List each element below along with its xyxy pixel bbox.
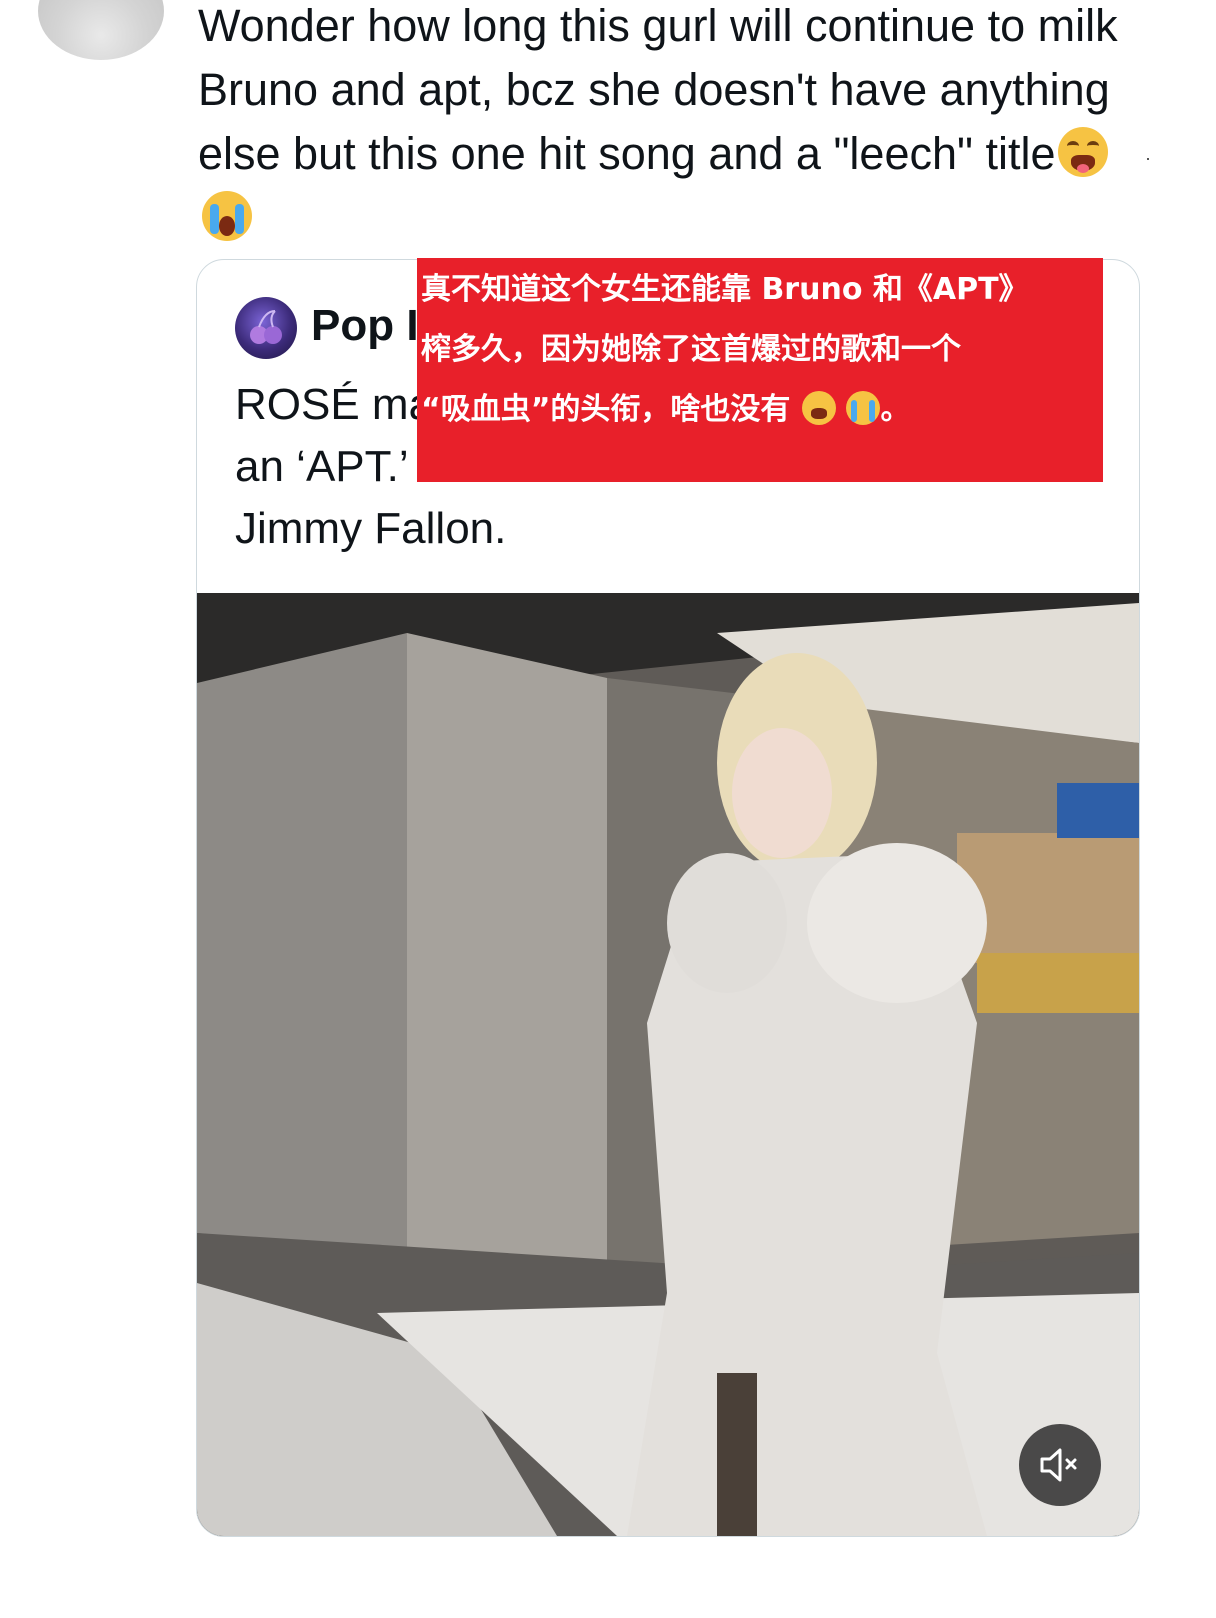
cherry-icon bbox=[250, 310, 282, 344]
mute-toggle-button[interactable] bbox=[1019, 1424, 1101, 1506]
video-player[interactable] bbox=[197, 593, 1139, 1536]
weary-face-icon bbox=[802, 391, 837, 425]
weary-face-icon bbox=[1057, 127, 1108, 177]
translation-overlay: 真不知道这个女生还能靠 Bruno 和《APT》 榨多久，因为她除了这首爆过的歌… bbox=[417, 258, 1103, 482]
loudly-crying-face-icon bbox=[846, 391, 881, 425]
translation-line: “吸血虫”的头衔，啥也没有。 bbox=[421, 391, 911, 427]
quoted-text-line: Jimmy Fallon. bbox=[235, 504, 507, 553]
translation-line: 真不知道这个女生还能靠 Bruno 和《APT》 bbox=[421, 272, 1029, 307]
translation-line: 榨多久，因为她除了这首爆过的歌和一个 bbox=[421, 332, 961, 367]
reply-text: Wonder how long this gurl will continue … bbox=[198, 0, 1158, 250]
loudly-crying-face-icon bbox=[202, 191, 252, 241]
speaker-muted-icon bbox=[1040, 1448, 1077, 1482]
stray-mark bbox=[1147, 158, 1149, 160]
quoted-author-avatar[interactable] bbox=[235, 297, 297, 359]
quoted-author-name[interactable]: Pop I bbox=[311, 298, 419, 354]
reply-author-avatar[interactable] bbox=[38, 0, 164, 60]
video-frame bbox=[197, 593, 1139, 1536]
